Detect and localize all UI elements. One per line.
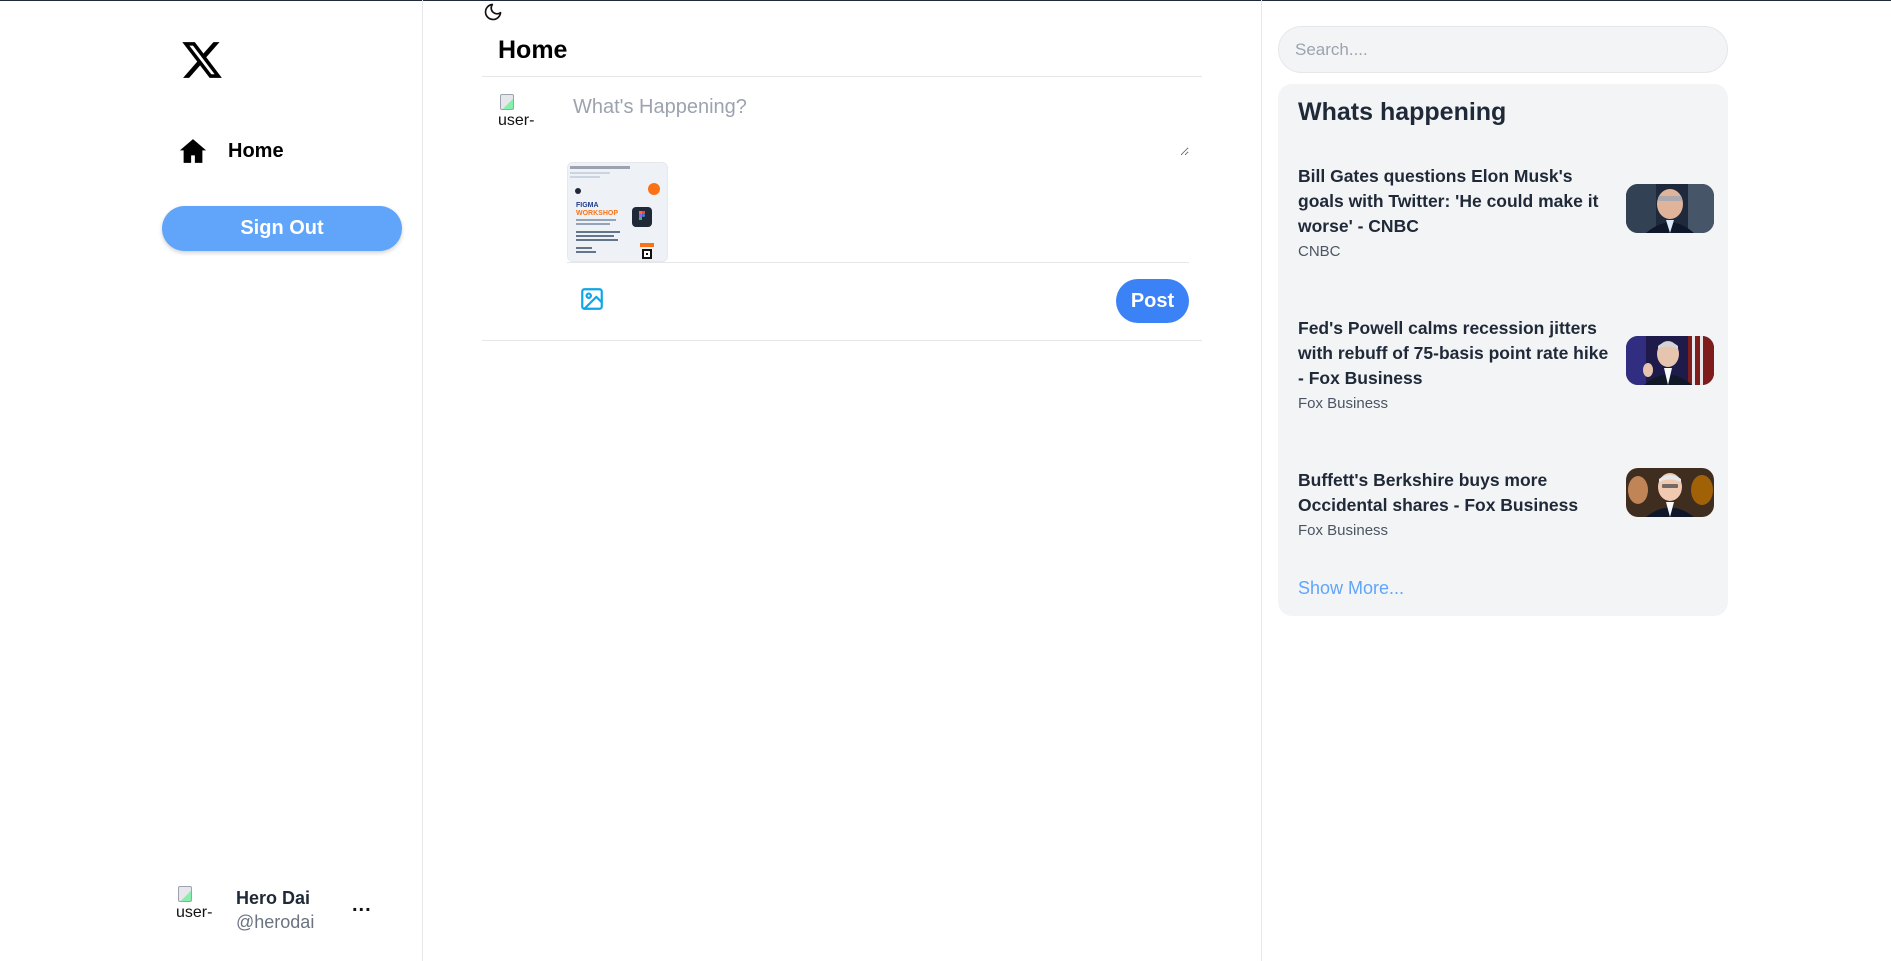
home-icon (179, 139, 207, 163)
news-headline: Fed's Powell calms recession jitters wit… (1298, 318, 1609, 388)
post-button[interactable]: Post (1116, 279, 1189, 323)
left-sidebar: Home Sign Out user- Hero Dai @herodai ..… (0, 0, 423, 961)
news-item[interactable]: Bill Gates questions Elon Musk's goals w… (1298, 164, 1714, 263)
news-item[interactable]: Fed's Powell calms recession jitters wit… (1298, 316, 1714, 415)
divider (482, 76, 1202, 77)
user-avatar: user- (176, 886, 218, 932)
svg-text:FIGMA: FIGMA (576, 202, 599, 209)
broken-image-icon (500, 94, 514, 110)
figma-workshop-poster-image: FIGMA WORKSHOP (568, 163, 667, 261)
x-logo-icon[interactable] (180, 38, 224, 82)
divider (567, 262, 1189, 263)
attached-image-preview[interactable]: FIGMA WORKSHOP (567, 162, 668, 262)
whats-happening-panel: Whats happening Bill Gates questions Elo… (1278, 84, 1728, 616)
news-headline: Bill Gates questions Elon Musk's goals w… (1298, 166, 1599, 236)
sign-out-button[interactable]: Sign Out (162, 206, 402, 251)
news-source: Fox Business (1298, 395, 1389, 412)
page-title: Home (498, 36, 568, 64)
nav-item-label: Home (228, 139, 284, 162)
main-feed: Home user- FIGMA WORKSHOP (423, 0, 1262, 961)
avatar-alt-text: user- (176, 904, 213, 921)
news-source: CNBC (1298, 243, 1341, 260)
moon-icon[interactable] (483, 2, 503, 22)
composer-avatar: user- (498, 94, 540, 140)
post-textarea[interactable] (565, 88, 1189, 156)
panel-title: Whats happening (1298, 98, 1507, 126)
nav-item-home[interactable]: Home (178, 136, 284, 166)
image-upload-icon[interactable] (579, 286, 605, 312)
profile-name: Hero Dai (236, 888, 311, 908)
search-input[interactable] (1278, 26, 1728, 73)
svg-text:WORKSHOP: WORKSHOP (576, 210, 618, 217)
divider (482, 340, 1202, 341)
news-headline: Buffett's Berkshire buys more Occidental… (1298, 470, 1579, 515)
news-source: Fox Business (1298, 522, 1389, 539)
broken-image-icon (178, 886, 192, 902)
right-sidebar: Whats happening Bill Gates questions Elo… (1262, 0, 1891, 961)
news-item[interactable]: Buffett's Berkshire buys more Occidental… (1298, 468, 1714, 542)
more-options-button[interactable]: ... (352, 894, 372, 917)
show-more-link[interactable]: Show More... (1298, 578, 1404, 599)
profile-handle: @herodai (236, 912, 315, 932)
user-profile[interactable]: user- Hero Dai @herodai ... (176, 886, 416, 934)
news-thumbnail (1626, 184, 1714, 233)
news-thumbnail (1626, 468, 1714, 517)
news-thumbnail (1626, 336, 1714, 385)
avatar-alt-text: user- (498, 112, 535, 129)
